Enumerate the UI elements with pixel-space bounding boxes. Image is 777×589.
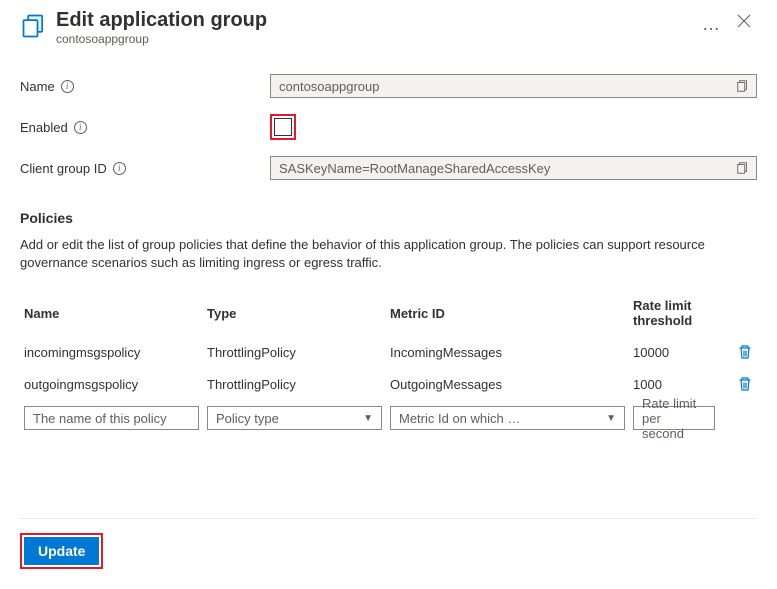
client-group-id-value: SASKeyName=RootManageSharedAccessKey [279,161,550,176]
new-policy-type-select[interactable]: Policy type ▼ [207,406,382,430]
policies-title: Policies [20,210,757,226]
trash-icon[interactable] [737,376,753,392]
name-label: Name i [20,79,270,94]
footer: Update [20,518,757,569]
chevron-down-icon: ▼ [363,413,373,424]
panel-header: Edit application group contosoappgroup … [20,0,757,46]
name-value: contosoappgroup [279,79,379,94]
name-field: contosoappgroup [270,74,757,98]
client-group-id-label: Client group ID i [20,161,270,176]
trash-icon[interactable] [737,344,753,360]
enabled-label: Enabled i [20,120,270,135]
info-icon[interactable]: i [113,162,126,175]
more-button[interactable]: … [692,8,731,41]
policy-name: incomingmsgspolicy [24,345,199,360]
col-name: Name [24,306,199,321]
app-group-icon [20,12,48,40]
page-subtitle: contosoappgroup [56,32,692,46]
col-metric: Metric ID [390,306,625,321]
enabled-checkbox[interactable] [274,118,292,136]
policy-type: ThrottlingPolicy [207,377,382,392]
info-icon[interactable]: i [61,80,74,93]
policy-threshold: 10000 [633,345,715,360]
new-policy-threshold-input[interactable]: Rate limit per second [633,406,715,430]
policy-threshold: 1000 [633,377,715,392]
enabled-highlight [270,114,296,140]
close-icon [737,14,751,28]
update-highlight: Update [20,533,103,569]
policies-table: Name Type Metric ID Rate limit threshold… [20,290,757,438]
new-policy-metric-select[interactable]: Metric Id on which … ▼ [390,406,625,430]
page-title: Edit application group [56,8,692,32]
col-threshold: Rate limit threshold [633,298,715,328]
policy-metric: IncomingMessages [390,345,625,360]
policy-type: ThrottlingPolicy [207,345,382,360]
policy-name: outgoingmsgspolicy [24,377,199,392]
copy-icon[interactable] [736,161,750,175]
close-button[interactable] [731,8,757,39]
client-group-id-field: SASKeyName=RootManageSharedAccessKey [270,156,757,180]
new-policy-name-input[interactable]: The name of this policy [24,406,199,430]
policies-description: Add or edit the list of group policies t… [20,236,720,272]
copy-icon[interactable] [736,79,750,93]
col-type: Type [207,306,382,321]
table-row: incomingmsgspolicy ThrottlingPolicy Inco… [20,336,757,368]
chevron-down-icon: ▼ [606,413,616,424]
policy-metric: OutgoingMessages [390,377,625,392]
update-button[interactable]: Update [24,537,99,565]
info-icon[interactable]: i [74,121,87,134]
